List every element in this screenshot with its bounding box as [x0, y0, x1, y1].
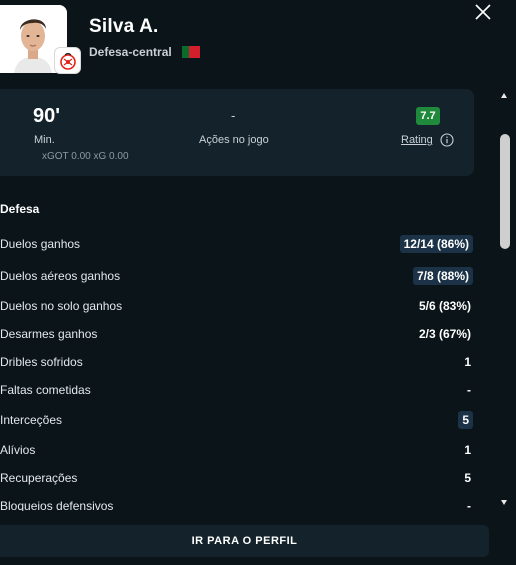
stat-label: Duelos aéreos ganhos — [0, 269, 121, 283]
stat-value: - — [467, 383, 471, 397]
match-summary-card: 90' Min. - Ações no jogo 7.7 Rating xGOT… — [0, 89, 474, 176]
stat-row: Duelos no solo ganhos 5/6 (83%) — [0, 295, 474, 317]
actions-label: Ações no jogo — [199, 134, 269, 146]
stat-label: Dribles sofridos — [0, 355, 83, 369]
stat-row: Recuperações 5 — [0, 467, 474, 489]
stat-row: Interceções 5 — [0, 409, 474, 431]
stat-row: Bloqueios defensivos - — [0, 495, 474, 511]
stat-row: Faltas cometidas - — [0, 379, 474, 401]
stat-label: Alívios — [0, 443, 36, 457]
stat-value: - — [467, 499, 471, 511]
stat-row: Duelos ganhos 12/14 (86%) — [0, 233, 474, 255]
stat-row: Alívios 1 — [0, 439, 474, 461]
stat-value: 5/6 (83%) — [418, 299, 471, 313]
stat-label: Bloqueios defensivos — [0, 499, 114, 511]
stat-value: 12/14 (86%) — [399, 235, 473, 253]
rating-badge: 7.7 — [416, 107, 440, 125]
stat-label: Duelos ganhos — [0, 237, 81, 251]
info-icon[interactable] — [440, 133, 454, 147]
actions-value: - — [231, 108, 236, 123]
minutes-played-value: 90' — [33, 105, 61, 127]
player-position: Defesa-central — [89, 45, 172, 59]
expected-goals-line: xGOT 0.00 xG 0.00 — [42, 151, 129, 162]
close-button[interactable] — [474, 3, 492, 21]
stat-label: Faltas cometidas — [0, 383, 91, 397]
stat-value: 1 — [464, 443, 471, 457]
minutes-played-label: Min. — [34, 134, 55, 146]
stat-row: Dribles sofridos 1 — [0, 351, 474, 373]
stat-value: 7/8 (88%) — [412, 267, 473, 285]
stat-row: Desarmes ganhos 2/3 (67%) — [0, 323, 474, 345]
scrollbar-thumb[interactable] — [500, 134, 510, 249]
scrollbar[interactable] — [498, 91, 512, 507]
close-icon[interactable] — [474, 3, 492, 21]
rating-link[interactable]: Rating — [401, 134, 433, 146]
club-badge — [54, 47, 81, 74]
stat-value: 5 — [464, 471, 471, 485]
section-title: Defesa — [0, 202, 40, 216]
portugal-flag-icon — [182, 46, 200, 58]
defense-stats-list[interactable]: Duelos ganhos 12/14 (86%) Duelos aéreos … — [0, 229, 474, 511]
stat-label: Duelos no solo ganhos — [0, 299, 123, 313]
stat-value: 2/3 (67%) — [418, 327, 471, 341]
benfica-crest-icon — [59, 52, 76, 70]
stat-value: 1 — [464, 355, 471, 369]
stat-value: 5 — [458, 411, 473, 429]
stat-row: Duelos aéreos ganhos 7/8 (88%) — [0, 265, 474, 287]
go-to-profile-button[interactable]: IR PARA O PERFIL — [0, 525, 489, 557]
scroll-up-arrow-icon[interactable] — [501, 93, 507, 98]
stat-label: Interceções — [0, 413, 63, 427]
stat-label: Desarmes ganhos — [0, 327, 98, 341]
player-name: Silva A. — [89, 16, 159, 37]
stat-label: Recuperações — [0, 471, 78, 485]
scroll-down-arrow-icon[interactable] — [501, 500, 507, 505]
